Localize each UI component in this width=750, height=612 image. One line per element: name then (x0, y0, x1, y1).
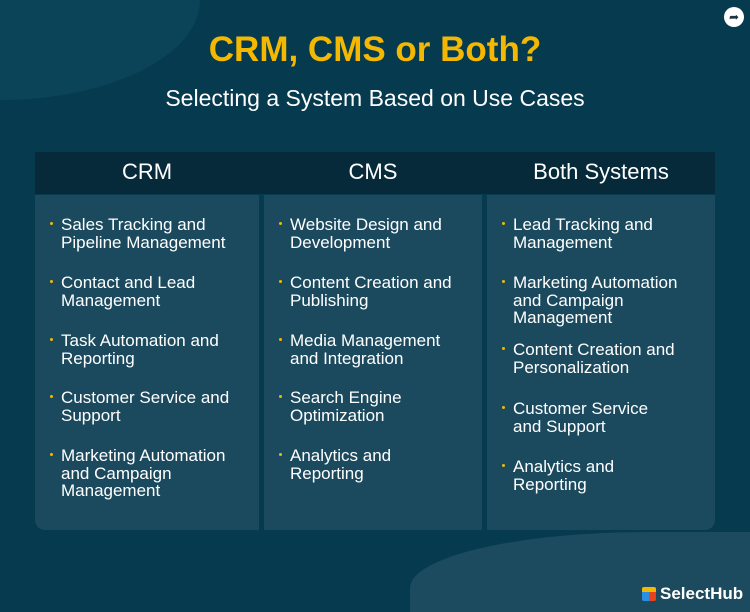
list-item: Content Creation and Personalization (487, 341, 675, 376)
header-cms: CMS (348, 159, 398, 184)
list-item: Analytics and Reporting (264, 447, 391, 482)
page-title: CRM, CMS or Both? (208, 30, 542, 69)
list-item: Analytics and Reporting (487, 458, 614, 493)
list-item: Customer Service and Support (487, 400, 648, 435)
share-icon[interactable]: ➦ (724, 7, 744, 27)
list-item: Customer Service and Support (35, 389, 229, 424)
header-crm: CRM (121, 159, 173, 184)
header-both: Both Systems (533, 159, 669, 184)
list-item: Website Design and Development (264, 216, 442, 251)
brand-name: SelectHub (660, 584, 744, 603)
list-item: Media Management and Integration (264, 332, 440, 367)
list-item: Marketing Automation and Campaign Manage… (487, 274, 677, 327)
page-subtitle: Selecting a System Based on Use Cases (165, 85, 585, 111)
list-item: Search Engine Optimization (264, 389, 402, 424)
list-item: Content Creation and Publishing (264, 274, 452, 309)
list-item: Task Automation and Reporting (35, 332, 219, 367)
list-item: Sales Tracking and Pipeline Management (35, 216, 225, 251)
list-item: Marketing Automation and Campaign Manage… (35, 447, 225, 500)
table-header: CRM CMS Both Systems (35, 152, 715, 194)
list-item: Contact and Lead Management (35, 274, 195, 309)
list-item: Lead Tracking and Management (487, 216, 653, 251)
selecthub-cube-icon (642, 587, 656, 601)
selecthub-logo: SelectHub (642, 584, 743, 604)
